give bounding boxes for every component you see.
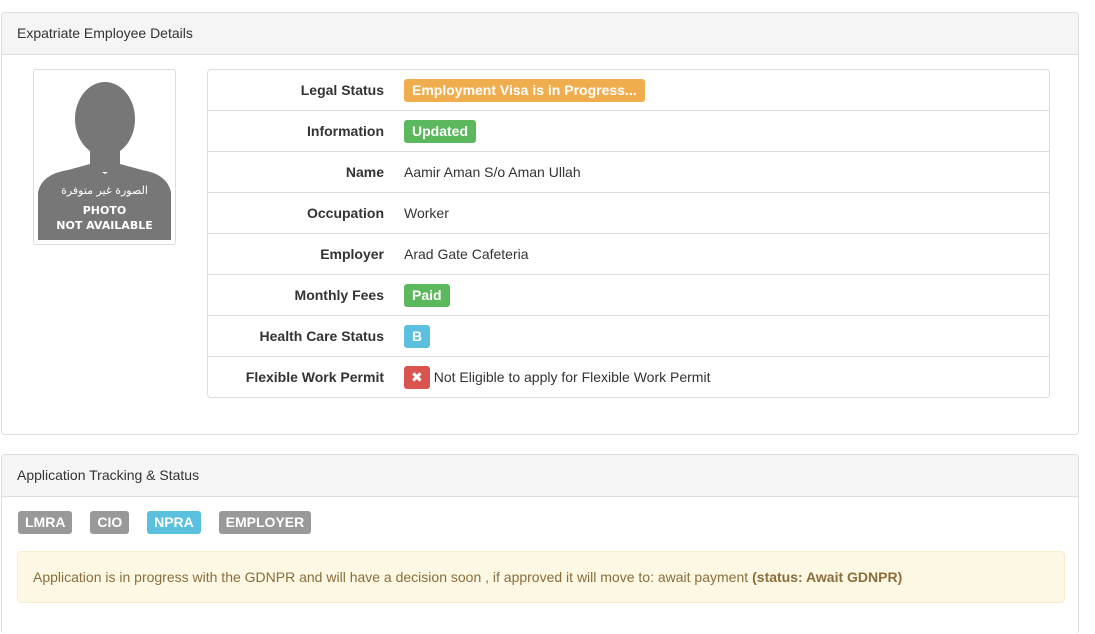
row-label: Health Care Status xyxy=(259,328,384,344)
name-value: Aamir Aman S/o Aman Ullah xyxy=(404,164,581,180)
row-label: Information xyxy=(307,123,384,139)
times-icon: ✖ xyxy=(404,365,430,389)
panel-title: Expatriate Employee Details xyxy=(2,13,1078,55)
panel-title: Application Tracking & Status xyxy=(2,455,1078,497)
alert-text: Application is in progress with the GDNP… xyxy=(33,569,749,585)
row-label: Legal Status xyxy=(300,82,384,98)
row-monthly-fees: Monthly Fees Paid xyxy=(208,274,1049,315)
flexible-work-permit-value: Not Eligible to apply for Flexible Work … xyxy=(433,369,711,385)
legal-status-badge: Employment Visa is in Progress... xyxy=(404,78,645,102)
row-health-care-status: Health Care Status B xyxy=(208,315,1049,356)
employee-details-panel: Expatriate Employee Details الصورة غير م… xyxy=(1,12,1079,435)
row-label: Occupation xyxy=(306,205,384,221)
application-tracking-panel: Application Tracking & Status LMRA CIO N… xyxy=(1,454,1079,634)
stage-badge-employer: EMPLOYER xyxy=(218,511,312,534)
photo-arabic-text: الصورة غير متوفرة xyxy=(61,184,148,197)
occupation-value: Worker xyxy=(404,205,449,221)
stage-badge-npra: NPRA xyxy=(147,511,201,534)
details-table: Legal Status Employment Visa is in Progr… xyxy=(207,69,1050,398)
employee-photo: الصورة غير متوفرة PHOTO NOT AVAILABLE xyxy=(33,69,176,245)
row-legal-status: Legal Status Employment Visa is in Progr… xyxy=(208,70,1049,110)
row-name: Name Aamir Aman S/o Aman Ullah xyxy=(208,151,1049,192)
stage-badge-cio: CIO xyxy=(90,511,130,534)
status-alert: Application is in progress with the GDNP… xyxy=(17,551,1065,603)
row-occupation: Occupation Worker xyxy=(208,192,1049,233)
photo-placeholder: الصورة غير متوفرة PHOTO NOT AVAILABLE xyxy=(38,74,171,240)
stage-badge-lmra: LMRA xyxy=(18,511,73,534)
row-label: Employer xyxy=(320,246,384,262)
row-label: Name xyxy=(345,164,384,180)
alert-status: (status: Await GDNPR) xyxy=(752,569,903,585)
photo-text-line2: NOT AVAILABLE xyxy=(56,219,153,232)
row-flexible-work-permit: Flexible Work Permit ✖ Not Eligible to a… xyxy=(208,356,1049,397)
stage-labels: LMRA CIO NPRA EMPLOYER xyxy=(18,511,325,534)
row-information: Information Updated xyxy=(208,110,1049,151)
health-care-badge: B xyxy=(404,324,431,348)
employer-value: Arad Gate Cafeteria xyxy=(404,246,529,262)
row-label: Flexible Work Permit xyxy=(245,369,384,385)
monthly-fees-badge: Paid xyxy=(404,283,450,307)
information-badge: Updated xyxy=(404,119,476,143)
photo-text-line1: PHOTO xyxy=(82,204,127,217)
row-label: Monthly Fees xyxy=(294,287,384,303)
row-employer: Employer Arad Gate Cafeteria xyxy=(208,233,1049,274)
